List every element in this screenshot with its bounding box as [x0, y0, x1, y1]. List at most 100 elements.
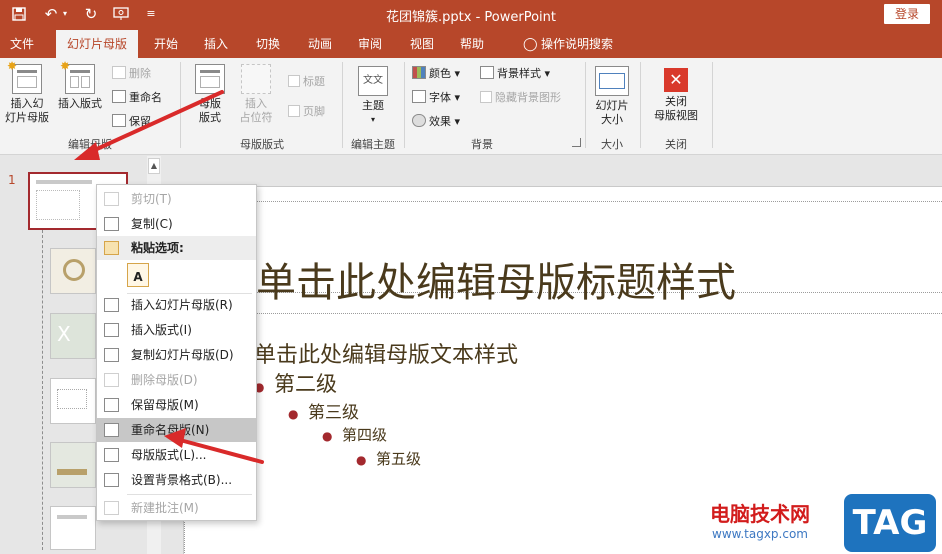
title-checkbox[interactable]: 标题 — [288, 74, 325, 90]
rename-icon — [104, 423, 119, 437]
tell-me-search[interactable]: ◯ 操作说明搜索 — [508, 30, 628, 58]
delete-label: 删除 — [129, 67, 151, 80]
title-placeholder[interactable]: 单击此处编辑母版标题样式 — [256, 250, 736, 308]
group-separator — [342, 62, 343, 148]
menu-insert-master-label: 插入幻灯片母版(R) — [131, 298, 233, 312]
hide-background-graphics-checkbox[interactable]: 隐藏背景图形 — [480, 90, 561, 106]
layout-thumbnail[interactable] — [50, 442, 96, 488]
insert-layout-button[interactable]: ✸ 插入版式 — [54, 59, 106, 111]
level5-text: 第五级 — [376, 450, 422, 468]
background-styles-label: 背景样式 — [497, 67, 541, 80]
tab-slide-master[interactable]: 幻灯片母版 — [56, 30, 138, 58]
hide-bg-label: 隐藏背景图形 — [495, 91, 561, 104]
footer-checkbox[interactable]: 页脚 — [288, 104, 325, 120]
tab-animations[interactable]: 动画 — [300, 30, 340, 58]
insert-slide-master-button[interactable]: ✸ 插入幻 灯片母版 — [4, 59, 50, 125]
close-master-view-button[interactable]: ✕ 关闭 母版视图 — [648, 68, 704, 123]
layout-thumbnail[interactable] — [50, 378, 96, 424]
menu-item-new-comment[interactable]: 新建批注(M) — [97, 496, 256, 520]
ribbon-tabs: 文件 幻灯片母版 开始 插入 切换 动画 审阅 视图 帮助 ◯ 操作说明搜索 — [0, 30, 942, 58]
effects-button[interactable]: 效果 ▾ — [412, 114, 460, 130]
fonts-button[interactable]: 字体 ▾ — [412, 90, 460, 106]
rename-button[interactable]: 重命名 — [112, 90, 162, 106]
scroll-up-icon[interactable]: ▲ — [148, 158, 160, 174]
title-check-icon — [288, 75, 300, 87]
close-master-icon: ✕ — [664, 68, 688, 92]
tab-home[interactable]: 开始 — [146, 30, 186, 58]
insert-slide-master-icon: ✸ — [7, 59, 42, 94]
group-separator — [180, 62, 181, 148]
pin-icon — [104, 398, 119, 412]
background-dialog-launcher-icon[interactable] — [572, 138, 581, 147]
paint-bucket-icon — [104, 473, 119, 487]
delete-icon — [112, 66, 126, 79]
menu-item-insert-layout[interactable]: 插入版式(I) — [97, 318, 256, 342]
menu-cut-label: 剪切(T) — [131, 192, 172, 206]
insert-layout-icon: ✸ — [60, 59, 95, 94]
menu-preserve-label: 保留母版(M) — [131, 398, 199, 412]
slide-number: 1 — [8, 173, 16, 187]
slide-size-icon — [595, 66, 629, 96]
menu-rename-label: 重命名母版(N) — [131, 423, 210, 437]
comment-icon — [104, 501, 119, 515]
body-level3[interactable]: ● 第三级 — [288, 398, 359, 423]
window-title: 花团锦簇.pptx - PowerPoint — [386, 10, 556, 25]
body-level4[interactable]: ● 第四级 — [322, 424, 387, 445]
ribbon: ✸ 插入幻 灯片母版 ✸ 插入版式 删除 重命名 保留 编辑母版 母版 版式 插… — [0, 58, 942, 155]
menu-item-insert-slide-master[interactable]: 插入幻灯片母版(R) — [97, 293, 256, 317]
rename-icon — [112, 90, 126, 103]
body-level1-text[interactable]: 单击此处编辑母版文本样式 — [254, 337, 518, 369]
group-label-close: 关闭 — [665, 138, 687, 151]
paste-keep-text-only-icon[interactable]: A — [127, 263, 149, 287]
footer-check-icon — [288, 105, 300, 117]
insert-layout-icon — [104, 323, 119, 337]
layout-thumbnail[interactable]: X — [50, 313, 96, 359]
group-label-master-layout: 母版版式 — [240, 138, 284, 151]
delete-master-icon — [104, 373, 119, 387]
menu-item-master-layout[interactable]: 母版版式(L)... — [97, 443, 256, 467]
master-layout-button[interactable]: 母版 版式 — [190, 64, 230, 125]
login-button[interactable]: 登录 — [884, 4, 930, 24]
body-level2[interactable]: ● 第二级 — [254, 368, 337, 398]
background-styles-button[interactable]: 背景样式 ▾ — [480, 66, 550, 82]
menu-insert-layout-label: 插入版式(I) — [131, 323, 192, 337]
colors-button[interactable]: 颜色 ▾ — [412, 66, 460, 82]
effects-label: 效果 — [429, 115, 451, 128]
tab-transitions[interactable]: 切换 — [248, 30, 288, 58]
delete-button[interactable]: 删除 — [112, 66, 151, 82]
menu-format-bg-label: 设置背景格式(B)... — [131, 473, 233, 487]
insert-placeholder-button[interactable]: 插入 占位符 — [232, 64, 280, 125]
close-master-label: 关闭 母版视图 — [654, 95, 698, 122]
tab-insert[interactable]: 插入 — [196, 30, 236, 58]
menu-duplicate-label: 复制幻灯片母版(D) — [131, 348, 234, 362]
group-separator — [640, 62, 641, 148]
menu-item-preserve-master[interactable]: 保留母版(M) — [97, 393, 256, 417]
slide-size-button[interactable]: 幻灯片 大小 — [590, 66, 634, 127]
group-label-edit-master: 编辑母版 — [68, 138, 112, 151]
tab-help[interactable]: 帮助 — [452, 30, 492, 58]
group-separator — [712, 62, 713, 148]
menu-item-format-background[interactable]: 设置背景格式(B)... — [97, 468, 256, 492]
themes-icon-text: 文文 — [363, 75, 383, 86]
tab-view[interactable]: 视图 — [402, 30, 442, 58]
themes-button[interactable]: 文文 主题 ▾ — [352, 66, 394, 127]
layout-thumbnail[interactable] — [50, 506, 96, 550]
tab-file[interactable]: 文件 — [0, 30, 44, 58]
menu-item-rename-master[interactable]: 重命名母版(N) — [97, 418, 256, 442]
paste-options-label: 粘贴选项: — [131, 241, 184, 255]
group-separator — [585, 62, 586, 148]
preserve-button[interactable]: 保留 — [112, 114, 151, 130]
colors-icon — [412, 66, 426, 79]
group-separator — [404, 62, 405, 148]
menu-item-cut[interactable]: 剪切(T) — [97, 187, 256, 211]
layout-thumbnail[interactable] — [50, 248, 96, 294]
menu-item-delete-master[interactable]: 删除母版(D) — [97, 368, 256, 392]
menu-copy-label: 复制(C) — [131, 217, 173, 231]
tab-review[interactable]: 审阅 — [350, 30, 390, 58]
paste-options-header: 粘贴选项: — [97, 236, 256, 260]
menu-item-duplicate-master[interactable]: 复制幻灯片母版(D) — [97, 343, 256, 367]
menu-item-copy[interactable]: 复制(C) — [97, 212, 256, 236]
insert-placeholder-icon — [241, 64, 271, 94]
layout-connector-line — [42, 230, 43, 550]
body-level5[interactable]: ● 第五级 — [356, 448, 421, 469]
